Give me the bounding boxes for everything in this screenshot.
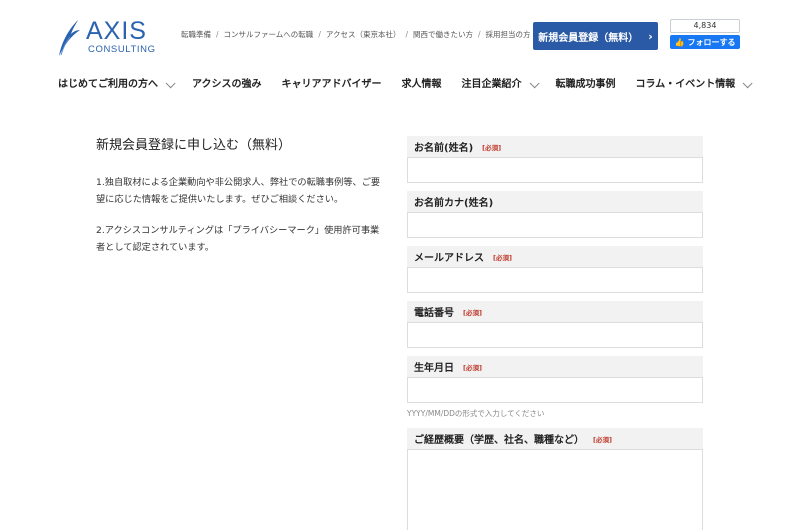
nav-item-label: 求人情報: [401, 79, 442, 90]
field-email: メールアドレス [必須]: [407, 246, 703, 293]
intro-paragraph-2: 2.アクシスコンサルティングは「プライバシーマーク」使用許可事業者として認定され…: [96, 225, 380, 253]
field-label: メールアドレス [必須]: [407, 246, 703, 267]
birthday-label: 生年月日: [414, 363, 454, 374]
register-button[interactable]: 新規会員登録（無料） ›: [533, 22, 658, 50]
intro-section: 新規会員登録に申し込む（無料） 1.独自取材による企業動向や非公開求人、弊社での…: [96, 137, 386, 270]
top-link-consulting-firm[interactable]: コンサルファームへの転職: [224, 29, 314, 41]
birthday-input[interactable]: [407, 377, 703, 403]
field-label: 生年月日 [必須]: [407, 356, 703, 377]
chevron-down-icon: [165, 77, 176, 88]
field-career: ご経歴概要（学歴、社名、職種など） [必須]: [407, 428, 703, 530]
chevron-down-icon: [529, 77, 540, 88]
name-input[interactable]: [407, 157, 703, 183]
birthday-format-hint: YYYY/MM/DDの形式で入力してください: [407, 409, 545, 418]
nav-item-first-time[interactable]: はじめてご利用の方へ: [58, 77, 176, 93]
top-links: 転職準備 / コンサルファームへの転職 / アクセス（東京本社） / 関西で働き…: [181, 29, 531, 41]
field-label: ご経歴概要（学歴、社名、職種など） [必須]: [407, 428, 703, 449]
register-button-label: 新規会員登録（無料）: [538, 32, 639, 44]
top-link-recruiters[interactable]: 採用担当の方: [486, 29, 531, 41]
required-badge: [必須]: [463, 308, 482, 317]
logo-swoosh-icon: [59, 20, 80, 56]
logo-main-text: AXIS: [86, 17, 147, 45]
registration-form: お名前(姓名) [必須] お名前カナ(姓名) メールアドレス [必須] 電話番号…: [407, 136, 703, 530]
top-link-kansai[interactable]: 関西で働きたい方: [413, 29, 473, 41]
site-logo[interactable]: AXIS CONSULTING: [56, 16, 156, 58]
nav-item-label: キャリアアドバイザー: [281, 79, 382, 90]
nav-item-label: 注目企業紹介: [461, 79, 522, 90]
intro-paragraph-1: 1.独自取材による企業動向や非公開求人、弊社での転職事例等、ご要望に応じた情報を…: [96, 177, 381, 205]
field-label: お名前(姓名) [必須]: [407, 136, 703, 157]
required-badge: [必須]: [593, 435, 612, 444]
thumbs-up-icon: 👍: [674, 37, 685, 47]
main-nav: はじめてご利用の方へ アクシスの強み キャリアアドバイザー 求人情報 注目企業紹…: [58, 77, 769, 93]
field-label: お名前カナ(姓名): [407, 191, 703, 212]
nav-item-career-advisor[interactable]: キャリアアドバイザー: [282, 77, 382, 93]
nav-item-jobs[interactable]: 求人情報: [402, 77, 442, 93]
nav-item-strengths[interactable]: アクシスの強み: [192, 77, 262, 93]
fb-follow-label: フォローする: [687, 37, 736, 47]
email-label: メールアドレス: [414, 253, 484, 264]
separator: /: [318, 30, 321, 39]
kana-label: お名前カナ(姓名): [414, 198, 494, 209]
email-input[interactable]: [407, 267, 703, 293]
nav-item-featured-companies[interactable]: 注目企業紹介: [461, 77, 540, 93]
field-kana: お名前カナ(姓名): [407, 191, 703, 238]
field-name: お名前(姓名) [必須]: [407, 136, 703, 183]
career-label: ご経歴概要（学歴、社名、職種など）: [414, 435, 584, 446]
phone-label: 電話番号: [414, 308, 454, 319]
nav-item-label: アクシスの強み: [192, 79, 262, 90]
nav-item-success-stories[interactable]: 転職成功事例: [556, 77, 616, 93]
top-link-preparation[interactable]: 転職準備: [181, 29, 211, 41]
name-label: お名前(姓名): [414, 143, 474, 154]
separator: /: [405, 30, 408, 39]
field-phone: 電話番号 [必須]: [407, 301, 703, 348]
nav-item-label: コラム・イベント情報: [635, 79, 736, 90]
chevron-right-icon: ›: [648, 29, 653, 43]
page-title: 新規会員登録に申し込む（無料）: [96, 138, 292, 153]
separator: /: [478, 30, 481, 39]
separator: /: [216, 30, 219, 39]
facebook-widget: 4,834 👍 フォローする: [670, 19, 740, 49]
nav-item-label: 転職成功事例: [555, 79, 616, 90]
fb-follow-button[interactable]: 👍 フォローする: [670, 35, 740, 49]
field-label: 電話番号 [必須]: [407, 301, 703, 322]
required-badge: [必須]: [463, 363, 482, 372]
fb-follower-count: 4,834: [670, 19, 740, 33]
logo-sub-text: CONSULTING: [88, 44, 156, 55]
chevron-down-icon: [742, 77, 753, 88]
required-badge: [必須]: [493, 253, 512, 262]
top-link-access[interactable]: アクセス（東京本社）: [326, 29, 401, 41]
nav-item-label: はじめてご利用の方へ: [58, 79, 158, 90]
kana-input[interactable]: [407, 212, 703, 238]
phone-input[interactable]: [407, 322, 703, 348]
nav-item-columns-events[interactable]: コラム・イベント情報: [635, 77, 753, 93]
field-birthday: 生年月日 [必須]: [407, 356, 703, 403]
career-textarea[interactable]: [407, 449, 703, 530]
required-badge: [必須]: [482, 143, 502, 152]
